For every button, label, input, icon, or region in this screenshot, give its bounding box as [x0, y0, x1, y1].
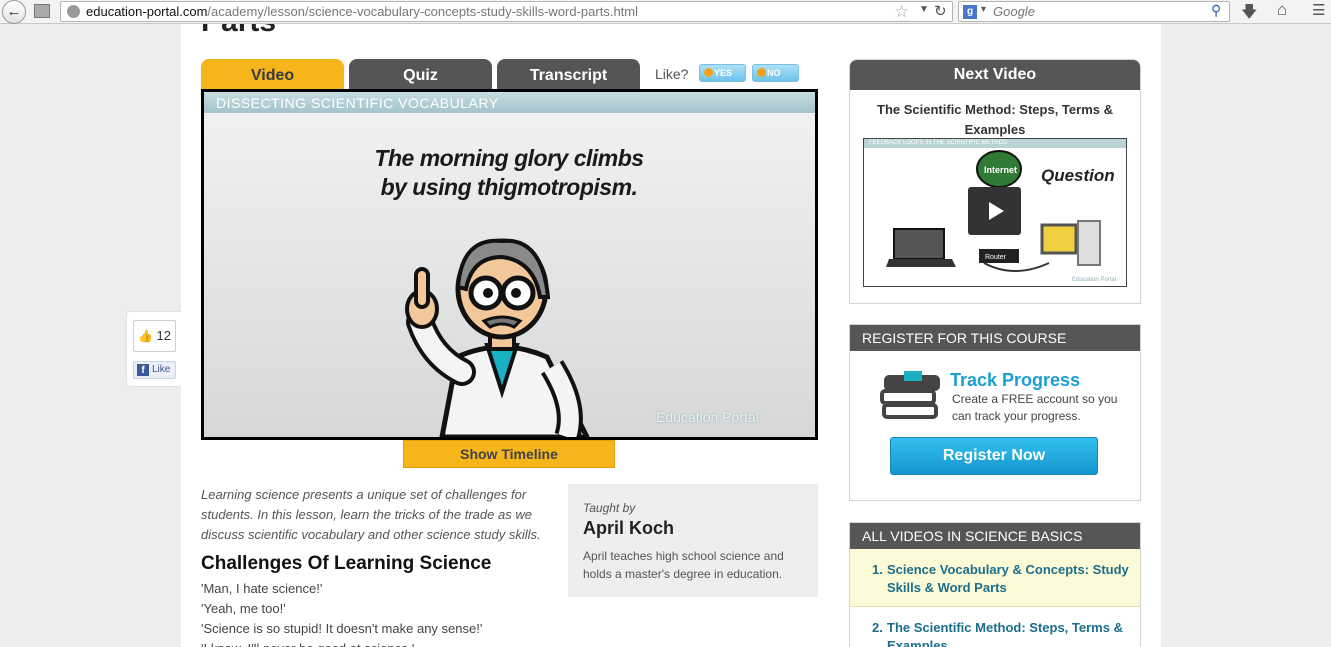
reload-icon[interactable]: ↻	[934, 2, 947, 20]
next-video-panel: Next Video The Scientific Method: Steps,…	[849, 59, 1141, 304]
video-caption-line-2: by using thigmotropism.	[380, 174, 638, 200]
professor-illustration	[405, 238, 590, 437]
video-list-title[interactable]: Science Vocabulary & Concepts: Study Ski…	[872, 561, 1130, 597]
thumb-internet-label: Internet	[984, 165, 1017, 175]
tab-video[interactable]: Video	[201, 59, 344, 89]
browser-toolbar: ← education-portal.com/academy/lesson/sc…	[0, 0, 1331, 24]
search-icon[interactable]: ⚲	[1211, 2, 1221, 19]
globe-icon	[67, 5, 80, 18]
vote-yes-button[interactable]: YES	[699, 64, 746, 82]
show-timeline-button[interactable]: Show Timeline	[403, 440, 615, 468]
books-icon	[880, 371, 940, 419]
next-video-thumbnail[interactable]: FEEDBACK LOOPS IN THE SCIENTIFIC METHOD …	[863, 138, 1127, 287]
thumb-router-label: Router	[985, 254, 1007, 261]
video-list-item[interactable]: 2. The Scientific Method: Steps, Terms &…	[850, 607, 1140, 647]
url-dropdown-icon[interactable]: ▼	[919, 4, 929, 15]
instructor-bio: April teaches high school science and ho…	[583, 549, 784, 581]
transcript-line: 'Yeah, me too!'	[201, 601, 286, 616]
like-count-box[interactable]: 👍 12	[133, 320, 176, 352]
download-icon[interactable]: 🡇	[1241, 1, 1257, 28]
facebook-like-button[interactable]: f Like	[133, 361, 176, 379]
next-video-title[interactable]: The Scientific Method: Steps, Terms & Ex…	[860, 100, 1130, 140]
thumbs-up-icon: 👍	[137, 329, 153, 343]
tab-groups-icon[interactable]	[34, 4, 50, 18]
back-button[interactable]: ←	[2, 0, 26, 24]
tab-transcript[interactable]: Transcript	[497, 59, 640, 89]
play-icon[interactable]	[968, 187, 1021, 235]
video-list-item[interactable]: 1. Science Vocabulary & Concepts: Study …	[850, 549, 1140, 607]
video-list-title[interactable]: The Scientific Method: Steps, Terms & Ex…	[872, 619, 1130, 647]
transcript-line: 'Science is so stupid! It doesn't make a…	[201, 621, 483, 636]
thumb-watermark: Education Portal	[1072, 277, 1116, 283]
register-description: Create a FREE account so you can track y…	[952, 392, 1118, 423]
bookmark-star-icon[interactable]: ☆	[894, 2, 909, 22]
transcript-line: 'I know, I'll never be good at science.'	[201, 639, 482, 647]
facebook-like-label: Like	[152, 364, 171, 375]
all-videos-header: ALL VIDEOS IN SCIENCE BASICS	[850, 523, 1140, 549]
all-videos-panel: ALL VIDEOS IN SCIENCE BASICS 1. Science …	[849, 522, 1141, 647]
like-prompt-label: Like?	[655, 66, 689, 82]
transcript-excerpt: 'Man, I hate science!' 'Yeah, me too!' '…	[201, 579, 482, 647]
vote-no-label: NO	[767, 68, 781, 78]
thumbs-down-icon	[757, 68, 766, 77]
search-engine-dropdown-icon[interactable]: ▾	[981, 4, 986, 15]
video-watermark: Education Portal	[656, 409, 759, 425]
instructor-name[interactable]: April Koch	[583, 518, 803, 539]
tab-quiz[interactable]: Quiz	[349, 59, 492, 89]
url-domain: education-portal.com	[86, 4, 208, 19]
section-heading: Challenges Of Learning Science	[201, 553, 492, 574]
register-now-button[interactable]: Register Now	[890, 437, 1098, 475]
bookmarks-icon[interactable]: ☰	[1312, 1, 1325, 19]
video-chapter-header: DISSECTING SCIENTIFIC VOCABULARY	[204, 92, 815, 113]
google-icon[interactable]: g	[963, 5, 977, 19]
url-path: /academy/lesson/science-vocabulary-conce…	[207, 4, 639, 19]
vote-yes-label: YES	[714, 68, 733, 78]
register-header: REGISTER FOR THIS COURSE	[850, 325, 1140, 351]
thumbs-up-icon	[704, 68, 713, 77]
next-video-header: Next Video	[850, 60, 1140, 90]
video-player[interactable]: DISSECTING SCIENTIFIC VOCABULARY The mor…	[201, 89, 818, 440]
thumb-question-label: Question	[1041, 166, 1115, 185]
social-share-widget: 👍 12 f Like	[126, 311, 181, 387]
page-title: Parts	[201, 24, 276, 39]
video-caption-line-1: The morning glory climbs	[374, 145, 644, 171]
url-text[interactable]: education-portal.com/academy/lesson/scie…	[86, 4, 638, 19]
instructor-card: Taught by April Koch April teaches high …	[568, 484, 818, 597]
search-input[interactable]	[993, 3, 1203, 20]
home-icon[interactable]: ⌂	[1277, 0, 1287, 20]
page-content: Parts Video Quiz Transcript Like? YES NO…	[181, 24, 1161, 647]
transcript-line: 'Man, I hate science!'	[201, 581, 323, 596]
vote-no-button[interactable]: NO	[752, 64, 799, 82]
facebook-icon: f	[137, 364, 149, 376]
video-caption: The morning glory climbs by using thigmo…	[284, 144, 734, 202]
taught-by-label: Taught by	[583, 501, 636, 515]
address-bar[interactable]: education-portal.com/academy/lesson/scie…	[60, 1, 953, 22]
register-panel: REGISTER FOR THIS COURSE Track Progress …	[849, 324, 1141, 501]
track-progress-title: Track Progress	[950, 370, 1081, 390]
like-count: 12	[156, 328, 172, 343]
lesson-summary: Learning science presents a unique set o…	[201, 487, 541, 542]
video-list-number: 1.	[872, 562, 883, 577]
search-bar[interactable]: g ▾ ⚲	[958, 1, 1230, 22]
video-list-number: 2.	[872, 620, 883, 635]
